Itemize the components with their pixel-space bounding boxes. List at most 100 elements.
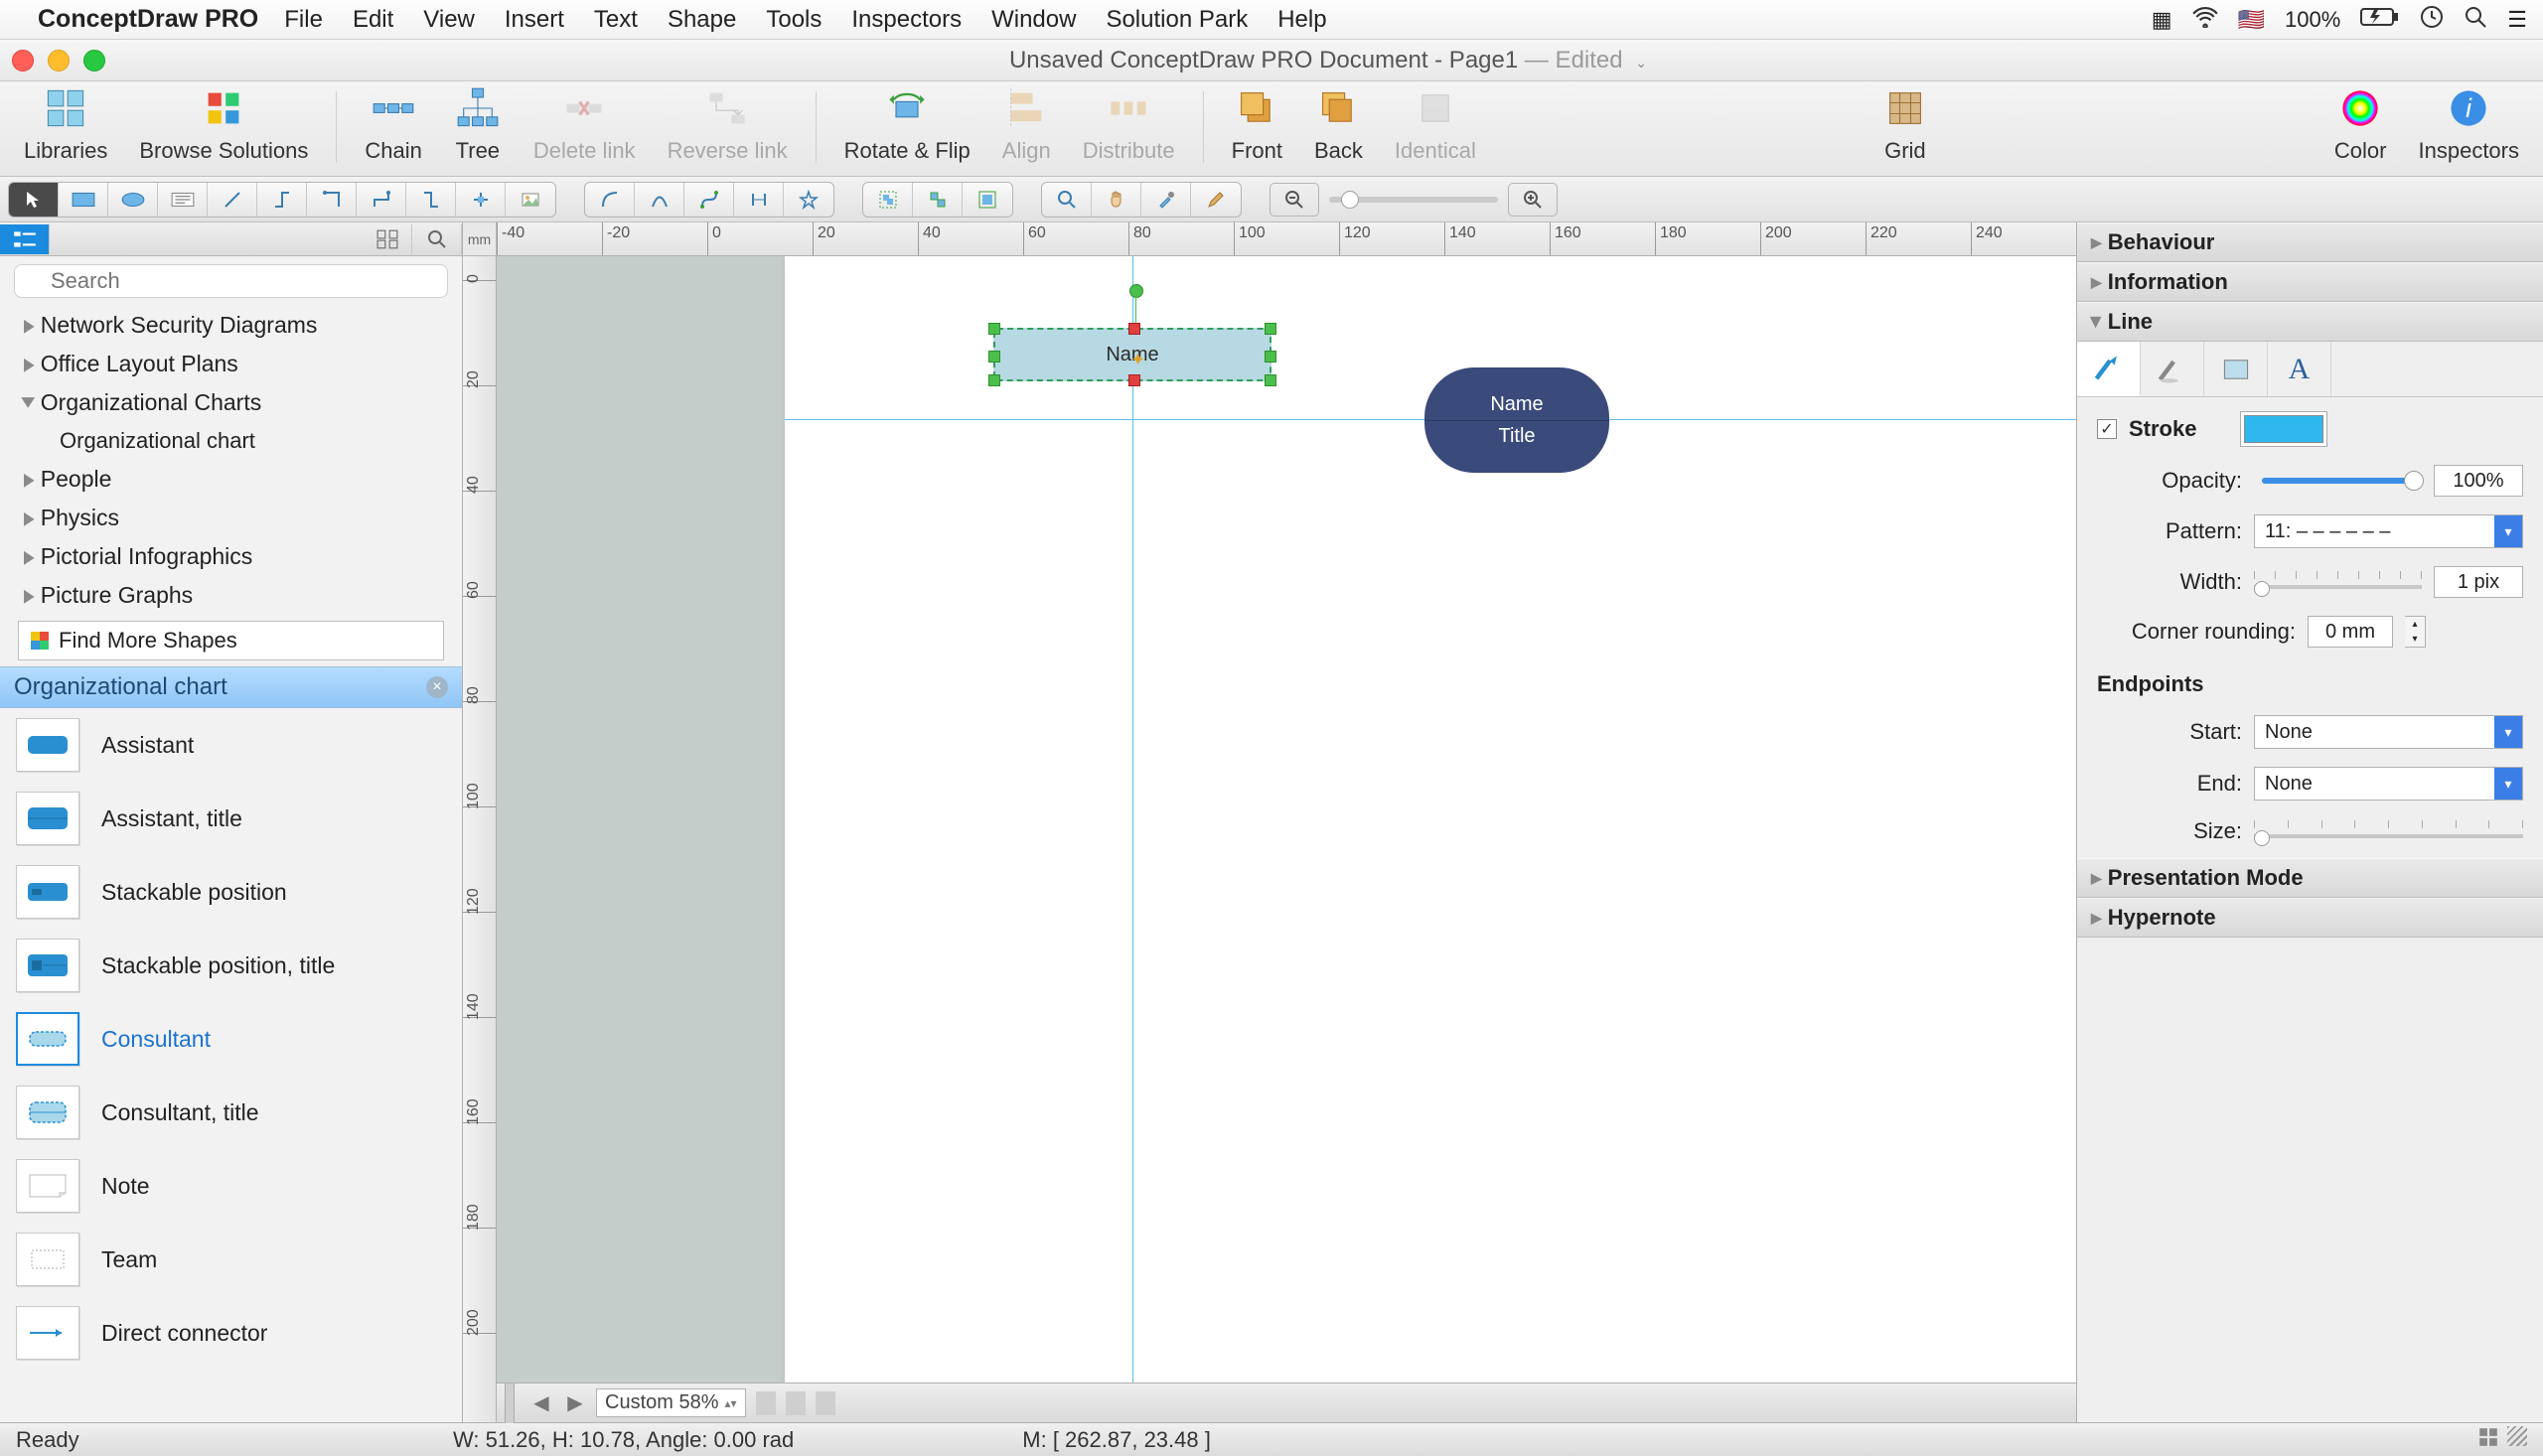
menu-help[interactable]: Help bbox=[1277, 6, 1326, 34]
search-view-button[interactable] bbox=[412, 224, 462, 254]
reverse-link-button[interactable]: Reverse link bbox=[656, 82, 800, 166]
identical-button[interactable]: Identical bbox=[1383, 82, 1488, 166]
width-value[interactable]: 1 pix bbox=[2434, 566, 2523, 598]
size-slider[interactable] bbox=[2254, 820, 2523, 842]
page-tab[interactable] bbox=[786, 1391, 806, 1415]
connector-tool-1[interactable] bbox=[257, 183, 307, 217]
find-more-shapes-button[interactable]: Find More Shapes bbox=[18, 621, 444, 660]
color-button[interactable]: Color bbox=[2322, 82, 2399, 166]
vertical-ruler[interactable]: 0 20 40 60 80 100 120 140 160 180 200 bbox=[463, 256, 497, 1422]
control-strip-icon[interactable]: ▦ bbox=[2152, 7, 2172, 33]
grid-view-button[interactable] bbox=[363, 224, 412, 254]
opacity-slider[interactable] bbox=[2262, 478, 2414, 484]
shape-list[interactable]: Assistant Assistant, title Stackable pos… bbox=[0, 708, 462, 1403]
opacity-value[interactable]: 100% bbox=[2434, 465, 2523, 497]
tree-item[interactable]: ▶Physics bbox=[0, 499, 462, 537]
title-dropdown-icon[interactable]: ⌄ bbox=[1635, 55, 1647, 71]
libraries-button[interactable]: Libraries bbox=[12, 82, 119, 166]
status-grip-icon[interactable] bbox=[2477, 1426, 2499, 1454]
resize-handle[interactable] bbox=[988, 323, 1000, 335]
lock-tool[interactable] bbox=[963, 183, 1012, 217]
insert-image-tool[interactable] bbox=[506, 183, 555, 217]
menu-list-icon[interactable]: ☰ bbox=[2507, 7, 2527, 33]
zoom-in-button[interactable] bbox=[1508, 183, 1558, 217]
next-page-button[interactable]: ▶ bbox=[562, 1390, 588, 1416]
tree-subitem[interactable]: Organizational chart bbox=[0, 422, 462, 460]
section-presentation[interactable]: ▶Presentation Mode bbox=[2077, 858, 2543, 898]
pan-tool[interactable] bbox=[1092, 183, 1141, 217]
prev-page-button[interactable]: ◀ bbox=[528, 1390, 554, 1416]
menu-window[interactable]: Window bbox=[991, 6, 1076, 34]
ungroup-tool[interactable] bbox=[913, 183, 963, 217]
menu-text[interactable]: Text bbox=[594, 6, 638, 34]
split-handle[interactable] bbox=[505, 1383, 515, 1423]
shape-item[interactable]: Assistant bbox=[0, 708, 462, 782]
library-tree[interactable]: ▶Network Security Diagrams ▶Office Layou… bbox=[0, 306, 462, 615]
clock-icon[interactable] bbox=[2420, 5, 2444, 35]
tree-button[interactable]: Tree bbox=[442, 82, 514, 166]
wifi-icon[interactable] bbox=[2192, 6, 2218, 34]
battery-icon[interactable] bbox=[2360, 7, 2400, 33]
canvas-viewport[interactable]: Name ✦ Name Title bbox=[497, 256, 2076, 1383]
zoom-slider[interactable] bbox=[1329, 197, 1498, 203]
position-title-shape[interactable]: Name Title bbox=[1424, 367, 1609, 473]
section-information[interactable]: ▶Information bbox=[2077, 262, 2543, 302]
tree-item[interactable]: ▶Network Security Diagrams bbox=[0, 306, 462, 345]
rect-tool[interactable] bbox=[59, 183, 108, 217]
pencil-tool[interactable] bbox=[1191, 183, 1241, 217]
stroke-checkbox[interactable]: ✓ bbox=[2097, 419, 2117, 439]
align-button[interactable]: Align bbox=[990, 82, 1063, 166]
library-tree-view[interactable] bbox=[0, 224, 50, 254]
chain-button[interactable]: Chain bbox=[353, 82, 433, 166]
section-behaviour[interactable]: ▶Behaviour bbox=[2077, 222, 2543, 262]
eyedropper-tool[interactable] bbox=[1141, 183, 1191, 217]
bezier-tool[interactable] bbox=[684, 183, 734, 217]
selected-shape-consultant[interactable]: Name ✦ bbox=[993, 328, 1272, 381]
delete-link-button[interactable]: Delete link bbox=[522, 82, 648, 166]
tab-fill[interactable] bbox=[2204, 342, 2268, 396]
ruler-unit[interactable]: mm bbox=[463, 222, 497, 256]
connector-tool-3[interactable] bbox=[357, 183, 406, 217]
resize-handle[interactable] bbox=[1265, 374, 1276, 386]
width-slider[interactable] bbox=[2254, 571, 2422, 593]
start-select[interactable]: None▾ bbox=[2254, 715, 2523, 749]
menu-solution-park[interactable]: Solution Park bbox=[1106, 6, 1248, 34]
page-tab[interactable] bbox=[756, 1391, 776, 1415]
page-tab[interactable] bbox=[816, 1391, 835, 1415]
library-header[interactable]: Organizational chart × bbox=[0, 666, 462, 708]
shape-item[interactable]: Team bbox=[0, 1223, 462, 1296]
text-tool[interactable] bbox=[158, 183, 208, 217]
menu-shape[interactable]: Shape bbox=[668, 6, 736, 34]
select-tool[interactable] bbox=[9, 183, 59, 217]
minimize-window-button[interactable] bbox=[48, 50, 70, 72]
connection-handle[interactable] bbox=[1128, 323, 1140, 335]
tab-shadow[interactable] bbox=[2141, 342, 2204, 396]
page[interactable]: Name ✦ Name Title bbox=[785, 256, 2076, 1383]
section-hypernote[interactable]: ▶Hypernote bbox=[2077, 898, 2543, 938]
flag-icon[interactable]: 🇺🇸 bbox=[2238, 7, 2265, 33]
menu-file[interactable]: File bbox=[284, 6, 323, 34]
tab-stroke[interactable] bbox=[2077, 342, 2141, 396]
star-tool[interactable] bbox=[784, 183, 833, 217]
curve-tool-2[interactable] bbox=[635, 183, 684, 217]
app-name[interactable]: ConceptDraw PRO bbox=[38, 5, 258, 34]
resize-handle[interactable] bbox=[988, 374, 1000, 386]
grid-button[interactable]: Grid bbox=[1870, 82, 1941, 166]
tree-item[interactable]: ▶Picture Graphs bbox=[0, 576, 462, 615]
zoom-window-button[interactable] bbox=[83, 50, 105, 72]
connection-handle[interactable] bbox=[1128, 374, 1140, 386]
close-library-button[interactable]: × bbox=[426, 676, 448, 698]
connector-tool-5[interactable] bbox=[456, 183, 506, 217]
browse-solutions-button[interactable]: Browse Solutions bbox=[127, 82, 320, 166]
tree-item[interactable]: ▶Organizational Charts bbox=[0, 383, 462, 422]
menu-insert[interactable]: Insert bbox=[505, 6, 564, 34]
search-input[interactable] bbox=[14, 264, 448, 298]
resize-handle[interactable] bbox=[1265, 351, 1276, 363]
connector-tool-2[interactable] bbox=[307, 183, 357, 217]
guide-vertical[interactable] bbox=[1132, 256, 1133, 1383]
back-button[interactable]: Back bbox=[1302, 82, 1375, 166]
close-window-button[interactable] bbox=[12, 50, 34, 72]
resize-handle[interactable] bbox=[988, 351, 1000, 363]
section-line[interactable]: ▶Line bbox=[2077, 302, 2543, 342]
resize-handle[interactable] bbox=[1265, 323, 1276, 335]
